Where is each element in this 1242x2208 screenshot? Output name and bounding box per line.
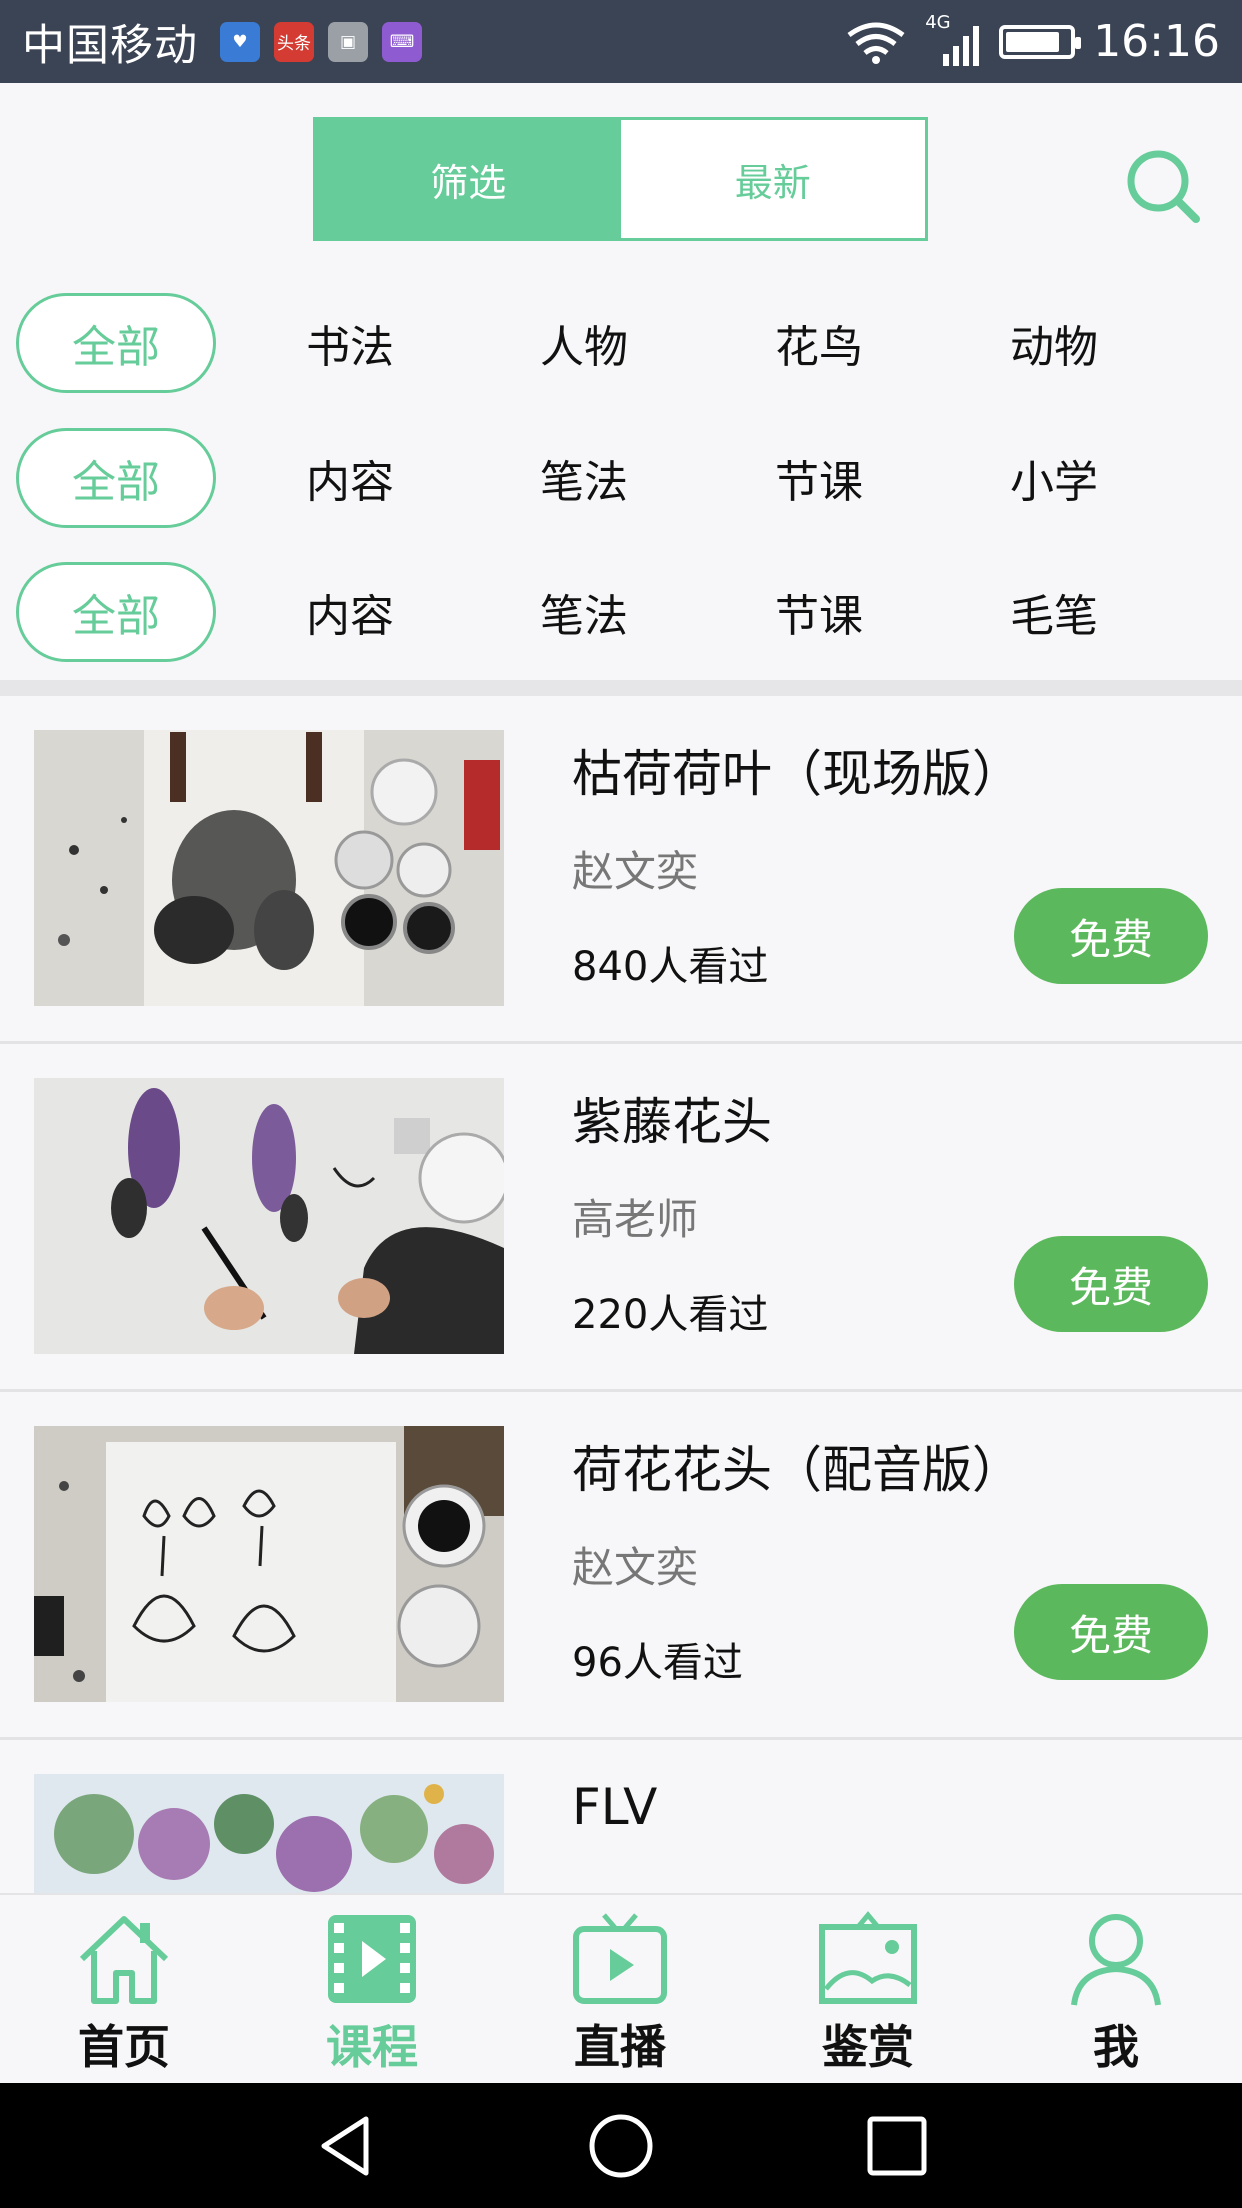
system-navigation-bar [0, 2083, 1242, 2208]
free-button[interactable]: 免费 [1014, 1236, 1208, 1332]
filter-option[interactable]: 毛笔 [964, 562, 1144, 662]
carrier-name: 中国移动 [22, 20, 198, 71]
home-circle-icon[interactable] [586, 2111, 656, 2181]
toutiao-app-icon: 头条 [274, 21, 314, 62]
filter-row-tool: 全部 内容 笔法 节课 毛笔 [0, 562, 1242, 662]
tab-appreciation[interactable]: 鉴赏 [744, 1895, 992, 2085]
person-icon [1071, 1914, 1161, 2006]
filter-header: 筛选 最新 全部 书法 人物 花鸟 动物 全部 内容 笔法 节课 小学 全部 内… [0, 83, 1242, 683]
search-icon [1127, 150, 1200, 223]
course-list: 枯荷荷叶（现场版） 赵文奕 840人看过 免费 紫藤花头 高老师 220人看过 … [0, 696, 1242, 1893]
back-icon[interactable] [312, 2111, 382, 2181]
course-thumbnail[interactable] [34, 1078, 504, 1354]
view-mode-segmented-control: 筛选 最新 [313, 117, 928, 241]
course-title: 荷花花头（配音版） [572, 1441, 1022, 1499]
course-title: FLV [572, 1778, 658, 1836]
course-author: 高老师 [572, 1195, 699, 1244]
filter-option[interactable]: 节课 [729, 428, 909, 528]
filter-option[interactable]: 小学 [964, 428, 1144, 528]
section-divider [0, 680, 1242, 696]
tab-label: 首页 [78, 2020, 170, 2074]
home-icon [79, 1916, 169, 2004]
picture-frame-icon [819, 1911, 917, 2004]
clock: 16:16 [1093, 16, 1220, 67]
filter-row-category: 全部 书法 人物 花鸟 动物 [0, 293, 1242, 393]
keyboard-app-icon: ⌨ [382, 21, 422, 62]
notification-icons: ♥ 头条 ▣ ⌨ [220, 21, 422, 62]
tv-play-icon [573, 1913, 667, 2004]
bottom-tab-bar: 首页 课程 直播 鉴赏 我 [0, 1893, 1242, 2083]
course-item[interactable]: 紫藤花头 高老师 220人看过 免费 [0, 1044, 1242, 1392]
filter-option[interactable]: 笔法 [494, 562, 674, 662]
course-item[interactable]: 枯荷荷叶（现场版） 赵文奕 840人看过 免费 [0, 696, 1242, 1044]
course-title: 紫藤花头 [572, 1093, 772, 1151]
tab-label: 鉴赏 [822, 2020, 914, 2074]
wifi-icon [847, 22, 905, 64]
tab-live[interactable]: 直播 [496, 1895, 744, 2085]
cellular-signal-icon: 4G [925, 12, 981, 70]
film-icon [328, 1915, 416, 2003]
course-author: 赵文奕 [572, 1543, 699, 1592]
filter-option[interactable]: 内容 [260, 428, 440, 528]
filter-chip-all[interactable]: 全部 [16, 428, 216, 528]
battery-icon [999, 24, 1082, 59]
tab-filter[interactable]: 筛选 [316, 120, 621, 238]
battery-level [1006, 31, 1060, 52]
free-button[interactable]: 免费 [1014, 1584, 1208, 1680]
tab-home[interactable]: 首页 [0, 1895, 248, 2085]
filter-option[interactable]: 节课 [729, 562, 909, 662]
filter-option[interactable]: 人物 [494, 293, 674, 393]
filter-option[interactable]: 动物 [964, 293, 1144, 393]
gallery-app-icon: ▣ [328, 21, 368, 62]
course-item[interactable]: 荷花花头（配音版） 赵文奕 96人看过 免费 [0, 1392, 1242, 1740]
filter-option[interactable]: 花鸟 [729, 293, 909, 393]
filter-option[interactable]: 内容 [260, 562, 440, 662]
course-author: 赵文奕 [572, 847, 699, 896]
tab-courses[interactable]: 课程 [248, 1895, 496, 2085]
course-view-count: 220人看过 [572, 1292, 769, 1338]
health-app-icon: ♥ [220, 21, 260, 62]
course-view-count: 840人看过 [572, 944, 769, 990]
filter-option[interactable]: 笔法 [494, 428, 674, 528]
filter-chip-all[interactable]: 全部 [16, 293, 216, 393]
tab-label: 直播 [574, 2020, 666, 2074]
search-button[interactable] [1120, 143, 1210, 233]
free-button[interactable]: 免费 [1014, 888, 1208, 984]
filter-option[interactable]: 书法 [260, 293, 440, 393]
course-title: 枯荷荷叶（现场版） [572, 745, 1022, 803]
course-thumbnail[interactable] [34, 730, 504, 1006]
recents-icon[interactable] [862, 2111, 932, 2181]
course-thumbnail[interactable] [34, 1426, 504, 1702]
course-thumbnail[interactable] [34, 1774, 504, 1893]
course-item[interactable]: FLV [0, 1740, 1242, 1893]
filter-row-type: 全部 内容 笔法 节课 小学 [0, 428, 1242, 528]
tab-me[interactable]: 我 [992, 1895, 1240, 2085]
course-view-count: 96人看过 [572, 1640, 743, 1686]
filter-chip-all[interactable]: 全部 [16, 562, 216, 662]
tab-label: 我 [1093, 2020, 1139, 2074]
tab-label: 课程 [326, 2020, 418, 2074]
status-bar: 中国移动 ♥ 头条 ▣ ⌨ 4G 16:16 [0, 0, 1242, 83]
tab-latest[interactable]: 最新 [620, 120, 925, 238]
